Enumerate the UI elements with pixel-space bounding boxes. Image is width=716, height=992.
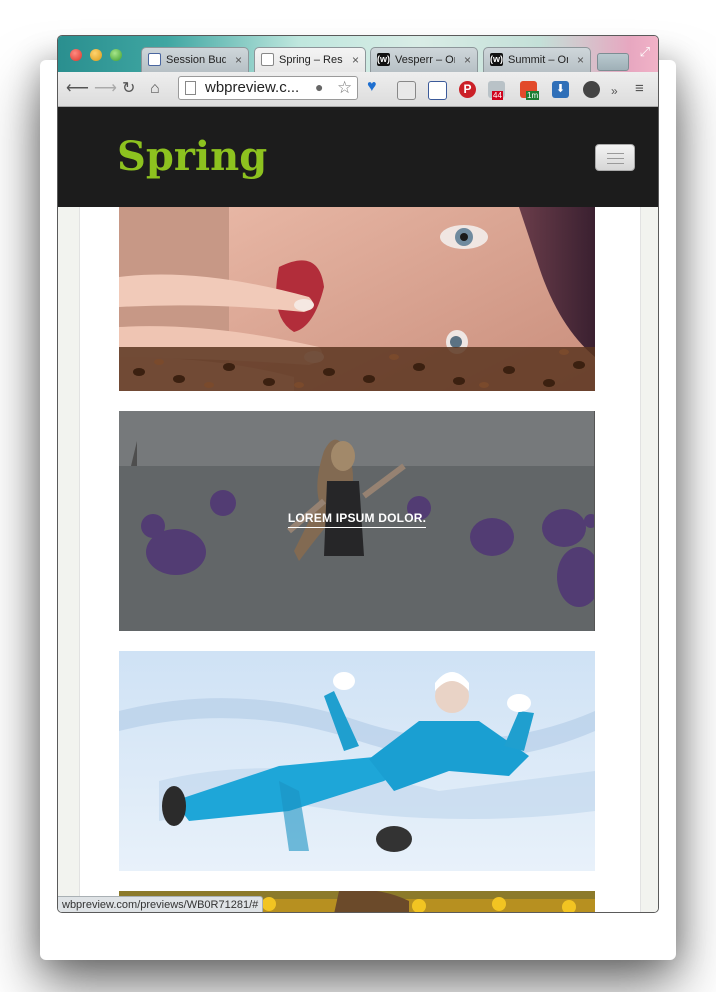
reload-icon[interactable]: ↻ bbox=[122, 79, 135, 99]
tab-session-buddy[interactable]: Session Buddy × bbox=[141, 47, 249, 72]
badge-count: 44 bbox=[492, 91, 503, 100]
badge-timer: 1m bbox=[526, 91, 540, 100]
session-buddy-icon bbox=[148, 53, 161, 66]
zoom-window-button[interactable] bbox=[110, 49, 122, 61]
menu-icon[interactable]: ≡ bbox=[635, 79, 644, 99]
download-extension-icon[interactable]: ⬇ bbox=[552, 81, 569, 98]
share-extension-icon[interactable] bbox=[397, 81, 416, 100]
forward-arrow-icon[interactable]: ⟶ bbox=[94, 79, 117, 99]
tab-vesperr[interactable]: (w) Vesperr – One × bbox=[370, 47, 478, 72]
tab-summit[interactable]: (w) Summit – One × bbox=[483, 47, 591, 72]
status-bar-url: wbpreview.com/previews/WB0R71281/# bbox=[58, 896, 264, 912]
heart-extension-icon[interactable]: ♥ bbox=[367, 78, 384, 95]
caption-text: LOREM IPSUM DOLOR. bbox=[287, 511, 427, 528]
fullscreen-icon[interactable]: ⤢ bbox=[640, 44, 650, 60]
close-tab-icon[interactable]: × bbox=[352, 48, 359, 72]
pie-extension-icon[interactable]: 1m bbox=[520, 81, 540, 100]
clock-extension-icon[interactable] bbox=[583, 81, 600, 98]
gallery-item-2[interactable]: LOREM IPSUM DOLOR. bbox=[119, 411, 595, 631]
pinterest-icon[interactable]: P bbox=[459, 81, 476, 98]
extensions-overflow-icon[interactable]: » bbox=[611, 81, 618, 101]
site-navbar: Spring bbox=[58, 107, 658, 207]
woman-coffee-beans-image bbox=[119, 207, 595, 391]
browser-window: Session Buddy × Spring – Responsive × (w… bbox=[57, 35, 659, 913]
snow-angel-image bbox=[119, 651, 595, 871]
session-extension-icon[interactable] bbox=[428, 81, 447, 100]
tab-label: Vesperr – One bbox=[395, 54, 455, 66]
minimize-window-button[interactable] bbox=[90, 49, 102, 61]
home-icon[interactable]: ⌂ bbox=[150, 79, 160, 99]
web-page: Spring LOREM IPSUM DOLOR. wbpreview.com/… bbox=[58, 107, 658, 912]
nav-menu-toggle-button[interactable] bbox=[595, 144, 635, 171]
close-window-button[interactable] bbox=[70, 49, 82, 61]
browser-toolbar: ⟵ ⟶ ↻ ⌂ wbpreview.c... ● ☆ ♥ P 44 1m ⬇ »… bbox=[58, 72, 658, 107]
gallery-caption: LOREM IPSUM DOLOR. bbox=[119, 511, 595, 528]
site-logo[interactable]: Spring bbox=[117, 133, 267, 180]
tab-label: Session Buddy bbox=[166, 54, 226, 66]
lightbulb-icon[interactable]: ● bbox=[315, 79, 323, 95]
close-tab-icon[interactable]: × bbox=[464, 48, 471, 72]
tab-label: Summit – One bbox=[508, 54, 568, 66]
cloud-extension-icon[interactable]: 44 bbox=[488, 81, 505, 100]
new-tab-button[interactable] bbox=[597, 53, 629, 71]
gallery-item-1[interactable] bbox=[119, 207, 595, 391]
w-icon: (w) bbox=[377, 53, 390, 66]
tab-label: Spring – Responsive bbox=[279, 54, 343, 66]
url-text: wbpreview.c... bbox=[205, 79, 300, 96]
address-bar[interactable]: wbpreview.c... ● ☆ bbox=[178, 76, 358, 100]
close-tab-icon[interactable]: × bbox=[577, 48, 584, 72]
back-arrow-icon[interactable]: ⟵ bbox=[66, 79, 89, 99]
page-icon bbox=[261, 53, 274, 66]
tab-spring[interactable]: Spring – Responsive × bbox=[254, 47, 366, 73]
tab-strip: Session Buddy × Spring – Responsive × (w… bbox=[58, 36, 658, 73]
close-tab-icon[interactable]: × bbox=[235, 48, 242, 72]
page-icon bbox=[185, 81, 196, 95]
gallery-item-3[interactable] bbox=[119, 651, 595, 871]
bookmark-star-icon[interactable]: ☆ bbox=[337, 77, 352, 99]
w-icon: (w) bbox=[490, 53, 503, 66]
